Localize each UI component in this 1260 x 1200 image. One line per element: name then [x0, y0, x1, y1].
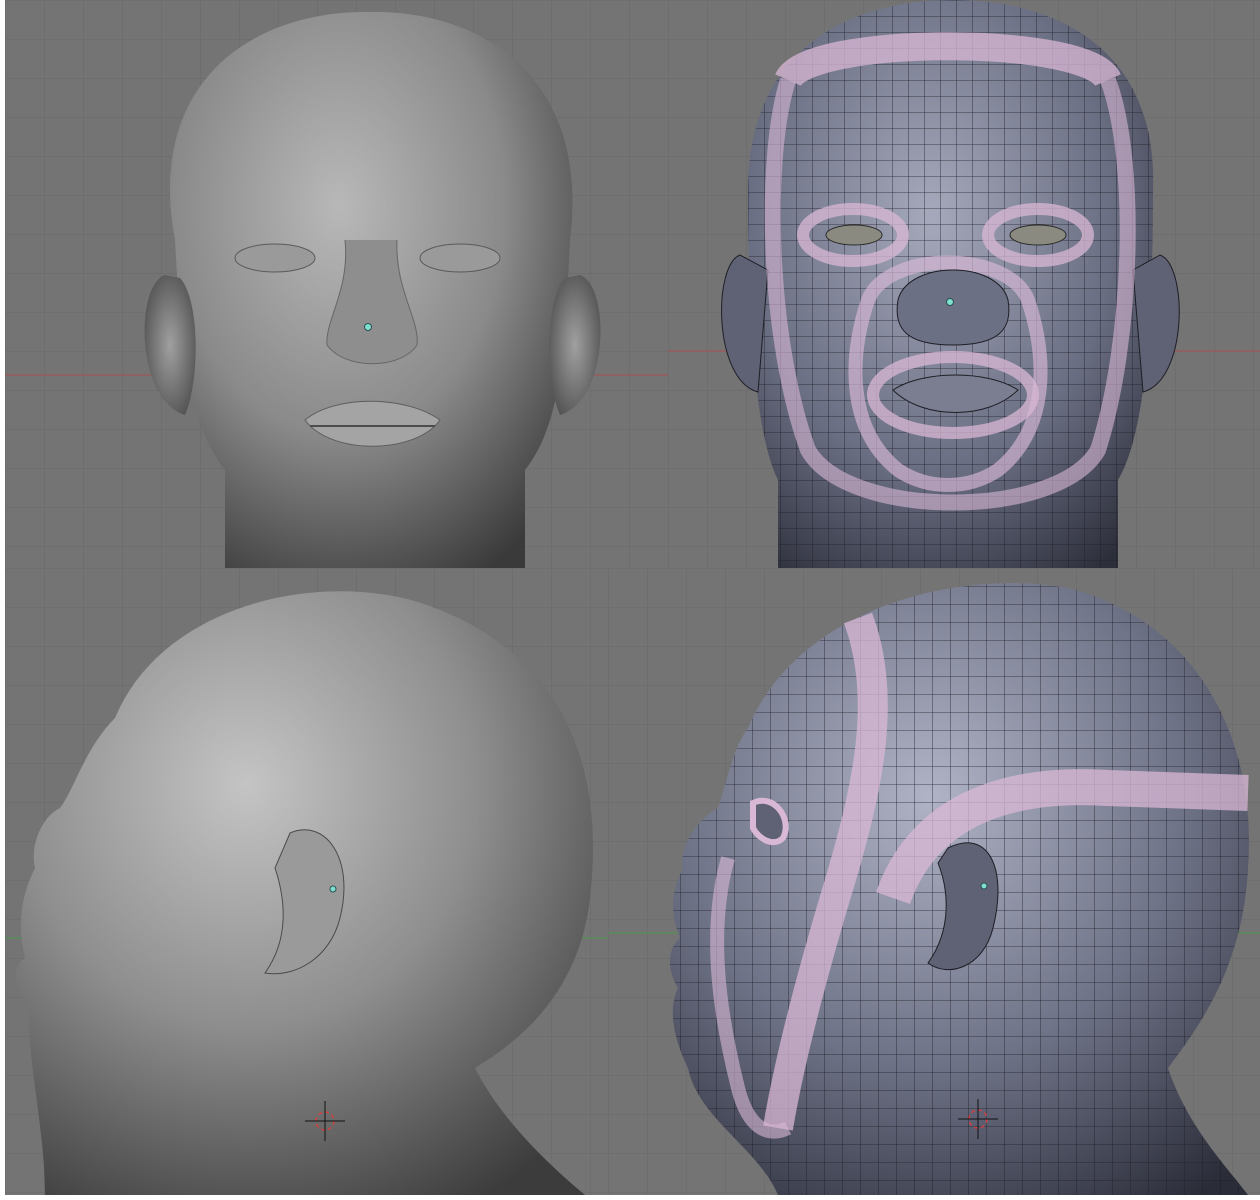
viewport-front-solid[interactable] [5, 0, 668, 568]
object-origin-icon[interactable] [980, 882, 988, 890]
object-origin-icon[interactable] [946, 298, 954, 306]
viewport-canvas [5, 568, 608, 1195]
object-origin-icon[interactable] [364, 323, 372, 331]
head-mesh-front-wire [721, 0, 1180, 568]
viewport-canvas [608, 568, 1260, 1195]
viewport-side-solid[interactable] [5, 568, 608, 1195]
viewport-canvas [5, 0, 668, 568]
object-origin-icon[interactable] [329, 885, 337, 893]
viewport-front-wire[interactable] [668, 0, 1260, 568]
viewport-canvas [668, 0, 1260, 568]
viewport-side-wire[interactable] [608, 568, 1260, 1195]
